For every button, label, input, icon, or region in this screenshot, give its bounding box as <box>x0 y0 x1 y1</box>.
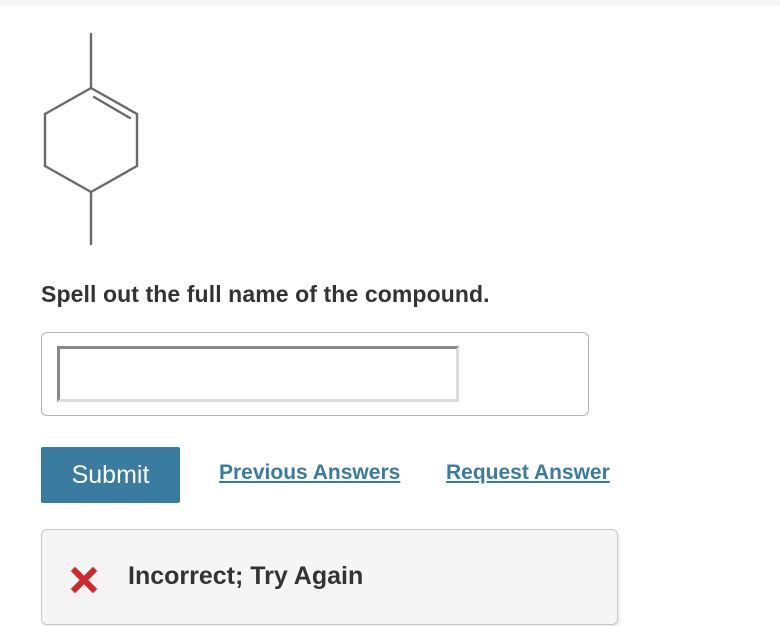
ring-bond <box>43 86 93 116</box>
feedback-box: Incorrect; Try Again <box>41 529 618 625</box>
x-mark-icon <box>70 566 98 594</box>
question-prompt: Spell out the full name of the compound. <box>41 281 490 307</box>
request-answer-link[interactable]: Request Answer <box>446 461 610 485</box>
submit-button[interactable]: Submit <box>41 447 180 503</box>
ring-bond <box>43 164 93 194</box>
molecule-structure-image <box>43 32 139 246</box>
ring-bond <box>89 86 139 116</box>
previous-answers-link[interactable]: Previous Answers <box>219 461 400 485</box>
ring-bond <box>89 164 139 194</box>
answer-box <box>41 332 589 416</box>
answer-input[interactable] <box>57 346 459 402</box>
feedback-text: Incorrect; Try Again <box>128 562 364 590</box>
top-strip <box>0 0 780 6</box>
